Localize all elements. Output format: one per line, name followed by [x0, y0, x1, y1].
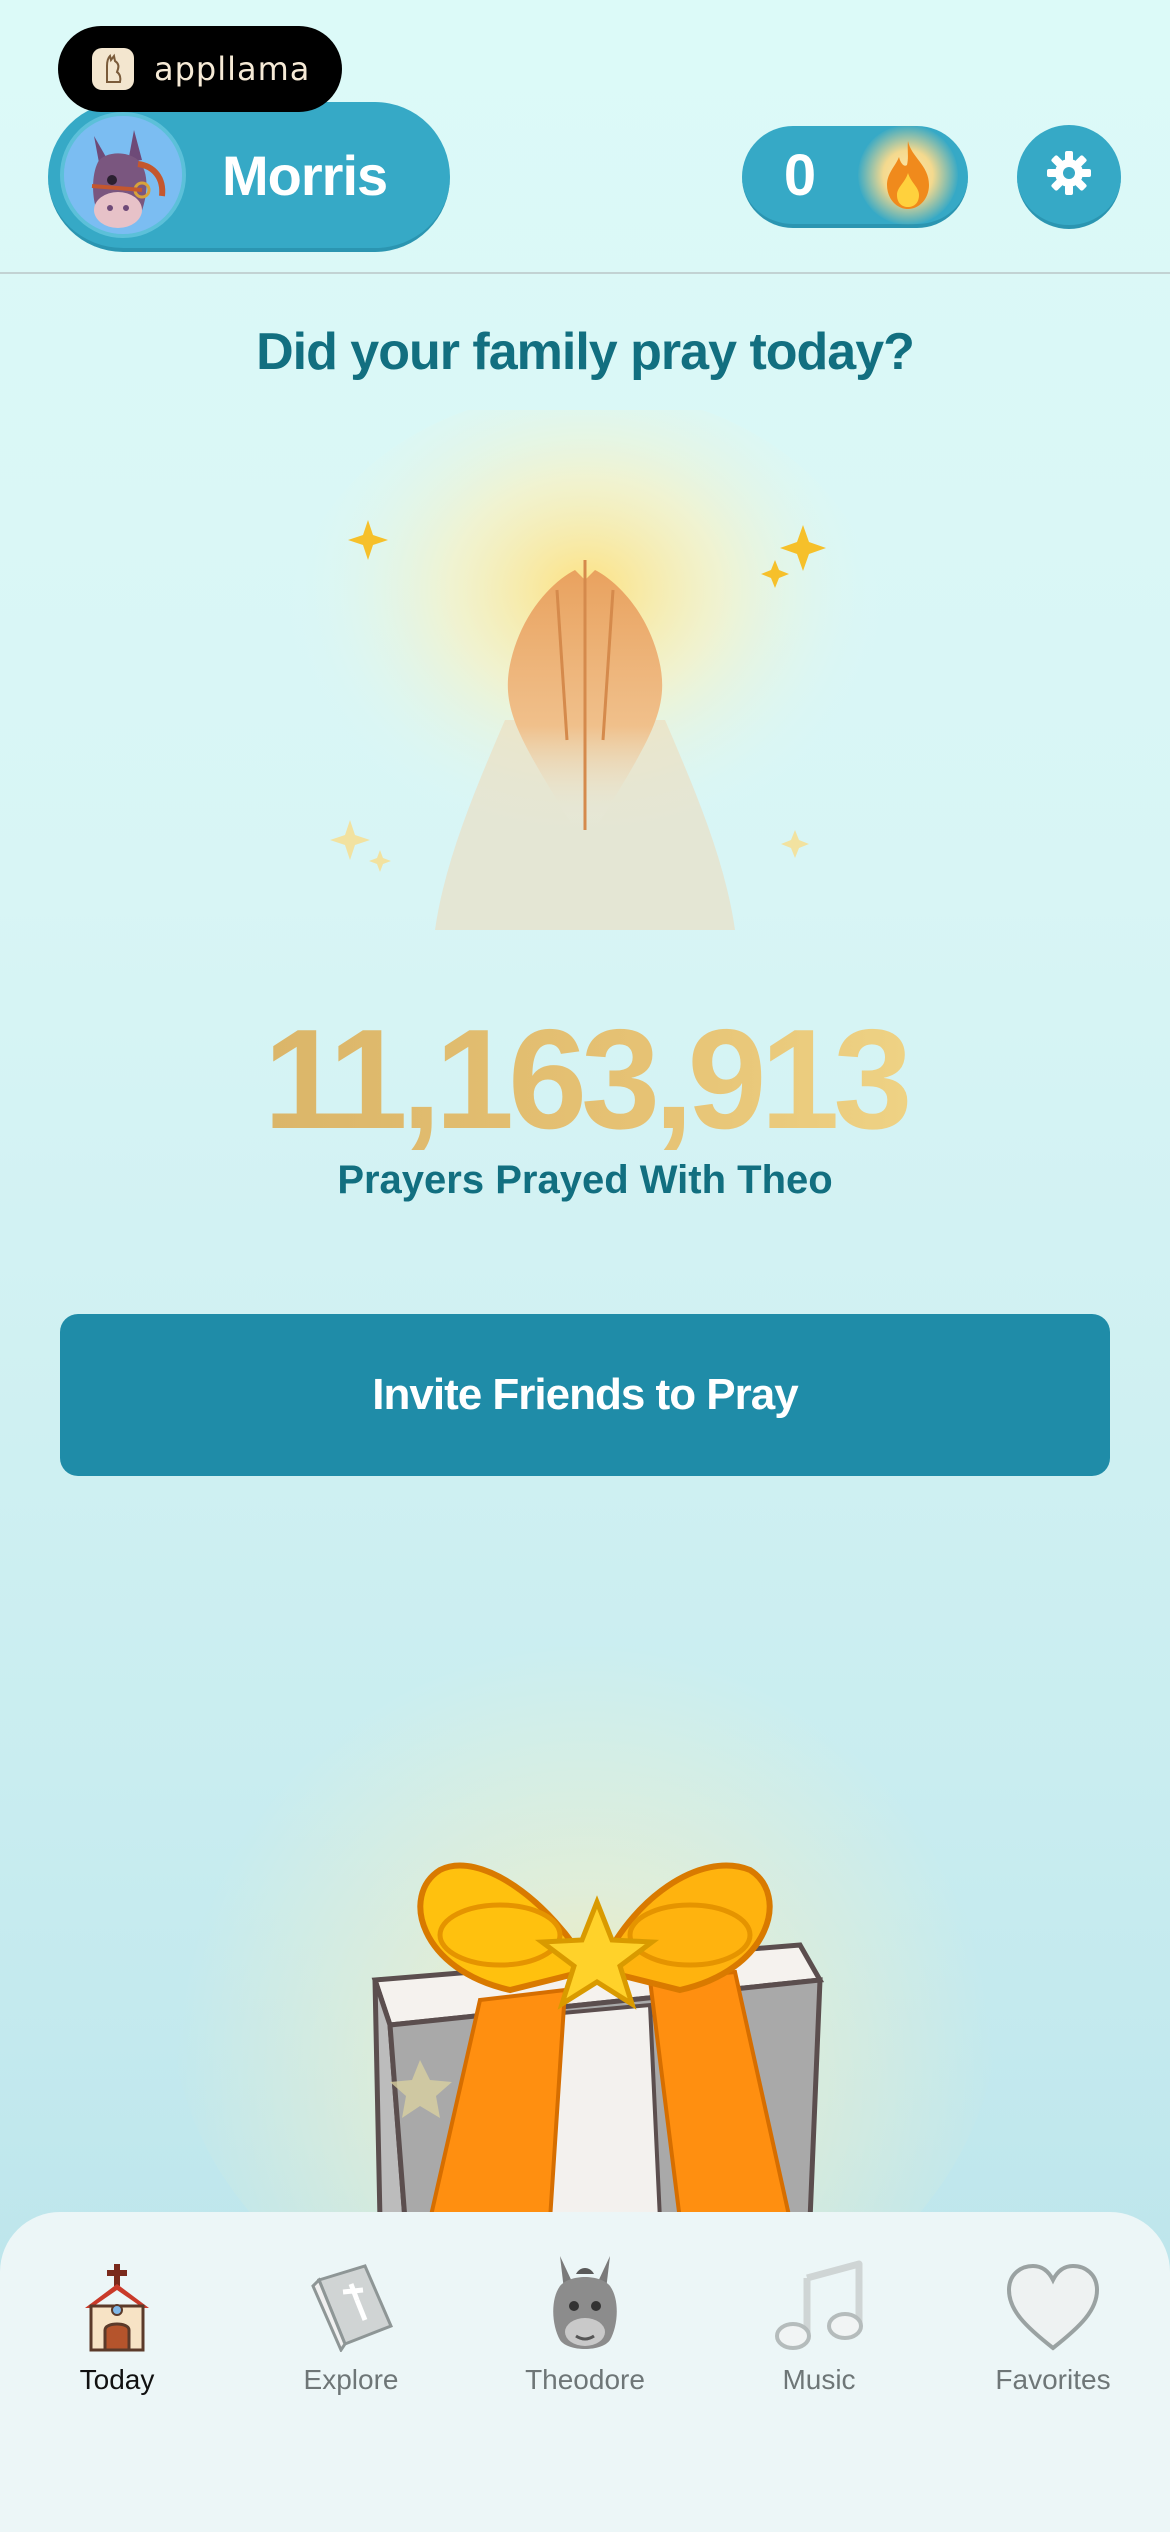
streak-counter[interactable]: 0: [742, 125, 968, 228]
tab-label-music: Music: [782, 2364, 856, 2395]
prayer-counter: 11,163,913: [0, 998, 1170, 1162]
invite-friends-button[interactable]: Invite Friends to Pray: [60, 1314, 1110, 1476]
tab-label-theodore: Theodore: [525, 2364, 645, 2395]
streak-count: 0: [783, 142, 817, 208]
tab-theodore[interactable]: Theodore: [468, 2248, 702, 2418]
gift-box-icon[interactable]: [360, 1840, 830, 2223]
tab-label-today: Today: [79, 2364, 155, 2395]
header-divider: [0, 272, 1170, 274]
appllama-badge: appllama: [58, 26, 342, 112]
tab-label-explore: Explore: [303, 2364, 399, 2395]
tab-favorites[interactable]: Favorites: [936, 2248, 1170, 2418]
music-note-icon: [771, 2248, 867, 2352]
llama-logo-icon: [92, 48, 134, 90]
bottom-tab-bar: Today Explore Theodore Music Favorites: [0, 2212, 1170, 2532]
brand-name: appllama: [154, 50, 311, 88]
tab-label-favorites: Favorites: [995, 2364, 1111, 2395]
donkey-icon: [542, 2248, 628, 2352]
tab-today[interactable]: Today: [0, 2248, 234, 2418]
gear-icon: [1045, 149, 1093, 202]
settings-button[interactable]: [1017, 125, 1121, 229]
tab-explore[interactable]: Explore: [234, 2248, 468, 2418]
profile-button[interactable]: Morris: [48, 102, 450, 252]
prayer-caption: Prayers Prayed With Theo: [337, 1158, 833, 1202]
page-title: Did your family pray today?: [256, 323, 915, 381]
church-icon: [83, 2248, 151, 2352]
bible-icon: [305, 2248, 397, 2352]
heart-icon: [1005, 2248, 1101, 2352]
tab-music[interactable]: Music: [702, 2248, 936, 2418]
donkey-avatar: [60, 112, 186, 238]
profile-name: Morris: [222, 143, 388, 207]
flame-icon: [858, 125, 958, 225]
praying-hands-icon: [285, 390, 885, 930]
